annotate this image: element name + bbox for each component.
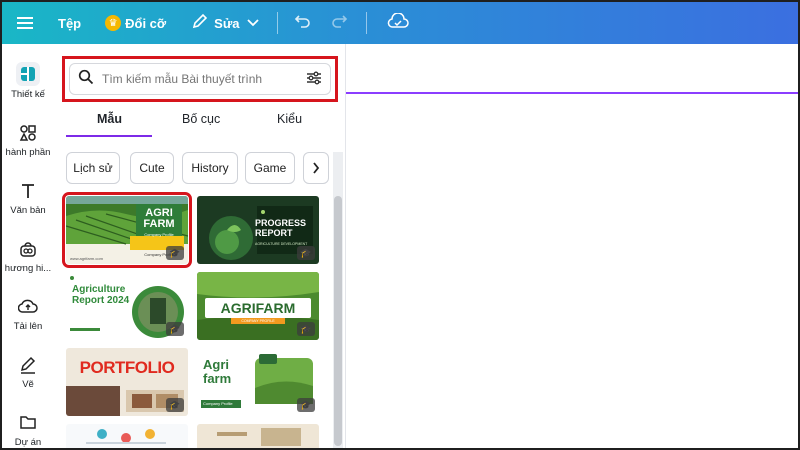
- graduation-cap-icon: 🎓: [166, 246, 184, 260]
- sidebar-item-label: Tải lên: [13, 321, 43, 332]
- top-toolbar: Tệp ♛ Đổi cỡ Sửa: [2, 2, 798, 44]
- elements-icon: [2, 124, 54, 144]
- templates-panel: Mẫu Bố cục Kiểu Lịch sử Cute History Gam…: [54, 44, 346, 448]
- chevron-right-icon: [313, 162, 320, 174]
- template-subtitle: COMPANY PROFILE: [241, 319, 275, 323]
- template-card[interactable]: [197, 424, 319, 448]
- search-icon: [78, 69, 94, 89]
- graduation-cap-icon: 🎓: [166, 322, 184, 336]
- sidebar-item-upload[interactable]: Tải lên: [2, 298, 54, 332]
- template-title: AGRIFARM: [220, 300, 296, 316]
- sidebar-item-elements[interactable]: hành phần: [2, 124, 54, 158]
- sidebar-item-label: Văn bản: [10, 205, 46, 216]
- graduation-cap-icon: 🎓: [297, 246, 315, 260]
- chips-next-button[interactable]: [303, 152, 329, 184]
- search-highlight-box: [62, 56, 338, 102]
- chevron-down-icon[interactable]: [247, 16, 260, 30]
- search-box[interactable]: [69, 63, 331, 95]
- svg-text:www.agrifarm.com: www.agrifarm.com: [70, 256, 104, 261]
- left-sidebar: Thiết kế hành phần Văn bản hương hi... T…: [2, 44, 54, 448]
- chip-cute[interactable]: Cute: [130, 152, 174, 184]
- filter-icon[interactable]: [306, 71, 322, 88]
- sidebar-item-label: hành phần: [5, 147, 51, 158]
- pen-icon[interactable]: [192, 13, 208, 34]
- sidebar-item-brand[interactable]: hương hi...: [2, 240, 54, 274]
- template-card[interactable]: Agri farm Company Profile 🎓: [197, 348, 319, 416]
- design-canvas[interactable]: [346, 94, 798, 448]
- search-input[interactable]: [102, 72, 306, 86]
- active-tab-indicator: [66, 135, 152, 137]
- sidebar-item-label: Vẽ: [22, 379, 34, 390]
- template-subtitle: Company Profile: [144, 232, 174, 237]
- sidebar-item-label: Thiết kế: [11, 89, 45, 100]
- undo-icon[interactable]: [294, 13, 312, 34]
- template-title: AGRI FARM: [143, 207, 175, 230]
- crown-icon: ♛: [105, 15, 122, 31]
- app-window: Tệp ♛ Đổi cỡ Sửa Thiết kế hành phần Văn …: [0, 0, 800, 450]
- scrollbar-thumb[interactable]: [334, 196, 342, 446]
- tab-templates[interactable]: Mẫu: [97, 112, 122, 126]
- draw-icon: [2, 356, 54, 376]
- template-title: PORTFOLIO: [79, 358, 175, 377]
- design-icon: [16, 62, 40, 86]
- graduation-cap-icon: 🎓: [297, 322, 315, 336]
- menu-icon[interactable]: [2, 2, 48, 44]
- tab-layouts[interactable]: Bố cục: [182, 112, 220, 126]
- sidebar-item-label: Dự án: [14, 437, 42, 448]
- toolbar-divider: [277, 12, 279, 34]
- template-card[interactable]: Agriculture Report 2024 🎓: [66, 272, 188, 340]
- category-chips: Lịch sử Cute History Game: [66, 152, 342, 184]
- chip-game[interactable]: Game: [245, 152, 295, 184]
- canvas-header: [346, 44, 798, 93]
- template-title: Agri farm: [203, 357, 232, 386]
- template-card[interactable]: [66, 424, 188, 448]
- sidebar-item-design[interactable]: Thiết kế: [2, 62, 54, 100]
- sidebar-item-label: hương hi...: [4, 263, 52, 274]
- text-icon: [2, 182, 54, 202]
- sidebar-item-text[interactable]: Văn bản: [2, 182, 54, 216]
- template-card[interactable]: Company Profile www.agrifarm.com AGRI FA…: [62, 192, 192, 268]
- template-title: Agriculture Report 2024: [72, 284, 130, 306]
- folder-icon: [2, 414, 54, 434]
- panel-scrollbar[interactable]: [333, 152, 343, 448]
- edit-menu-button[interactable]: Sửa: [214, 16, 239, 31]
- redo-icon[interactable]: [330, 13, 348, 34]
- chip-history-vi[interactable]: Lịch sử: [66, 152, 120, 184]
- upload-icon: [2, 298, 54, 318]
- template-card[interactable]: AGRIFARM COMPANY PROFILE 🎓: [197, 272, 319, 340]
- file-menu-button[interactable]: Tệp: [58, 16, 81, 31]
- template-card[interactable]: PORTFOLIO 🎓: [66, 348, 188, 416]
- brand-icon: [2, 240, 54, 260]
- template-title: PROGRESS REPORT: [255, 218, 307, 238]
- resize-button[interactable]: Đổi cỡ: [125, 16, 166, 31]
- chip-history[interactable]: History: [182, 152, 238, 184]
- template-subtitle: Company Profile: [203, 401, 233, 406]
- sidebar-item-draw[interactable]: Vẽ: [2, 356, 54, 390]
- template-card[interactable]: PROGRESS REPORT AGRICULTURE DEVELOPMENT …: [197, 196, 319, 264]
- graduation-cap-icon: 🎓: [297, 398, 315, 412]
- cloud-icon[interactable]: [387, 11, 410, 34]
- tab-styles[interactable]: Kiểu: [277, 112, 302, 126]
- graduation-cap-icon: 🎓: [166, 398, 184, 412]
- toolbar-divider: [366, 12, 368, 34]
- panel-tabs: Mẫu Bố cục Kiểu: [66, 112, 334, 138]
- sidebar-item-projects[interactable]: Dự án: [2, 414, 54, 448]
